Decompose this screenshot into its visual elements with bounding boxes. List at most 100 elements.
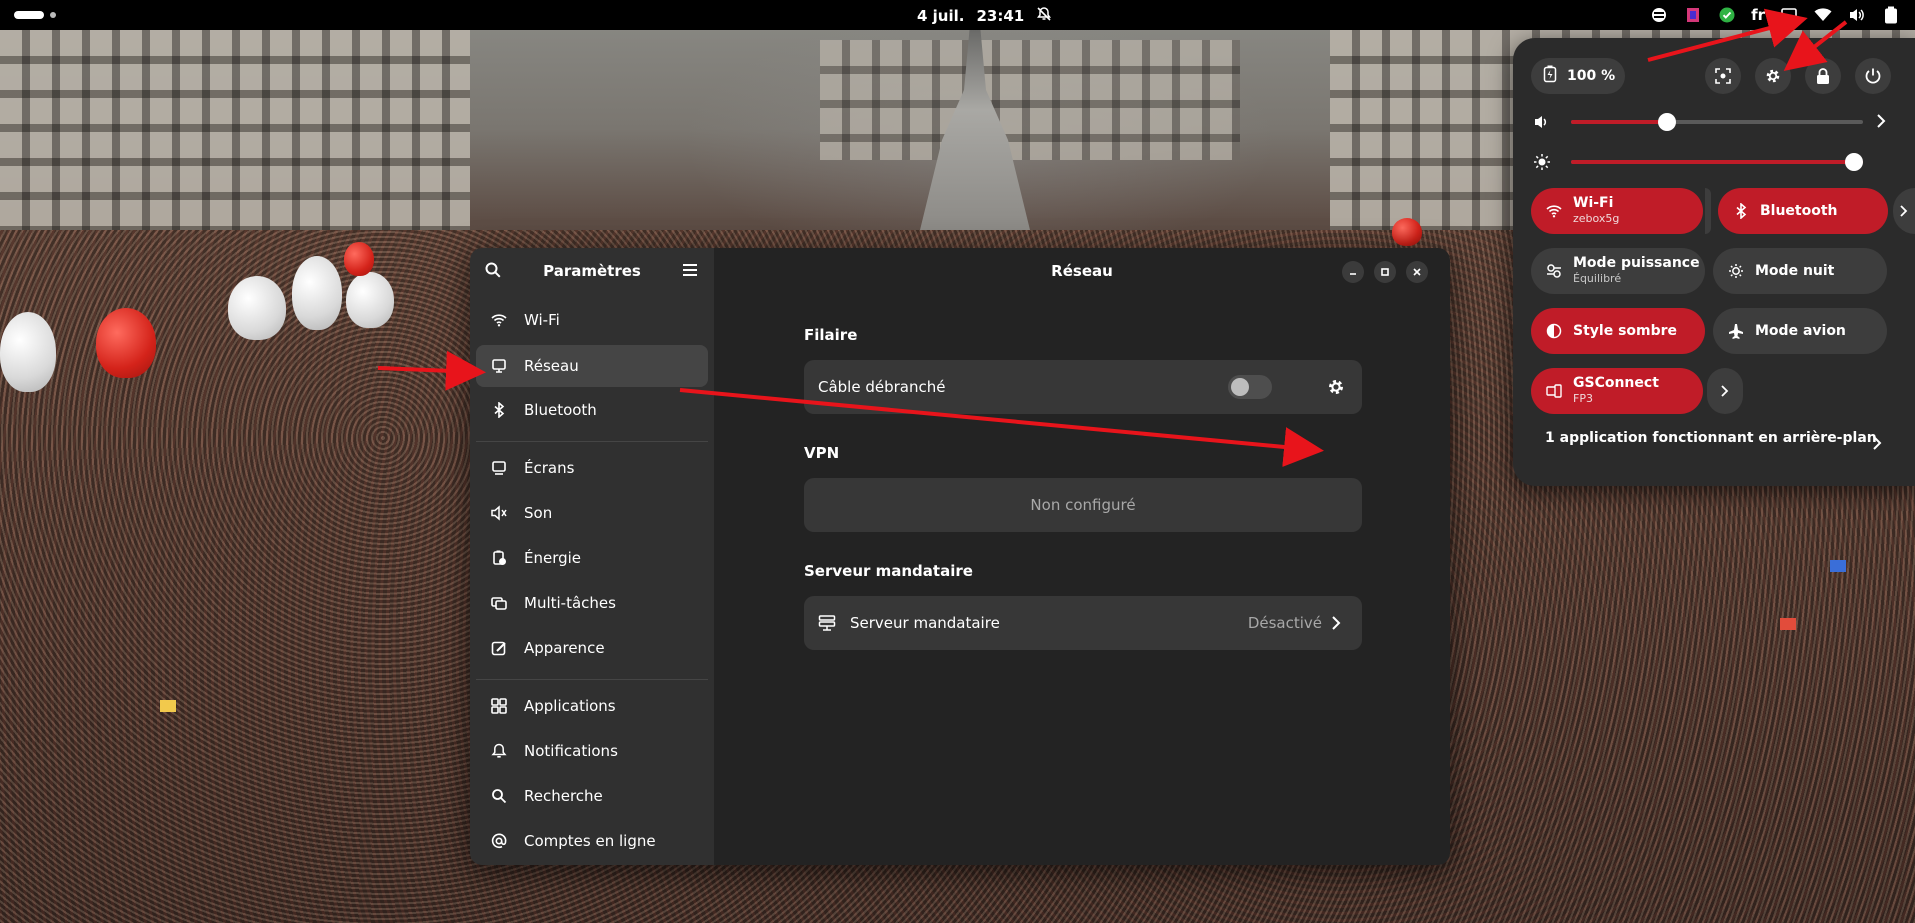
hamburger-menu-icon[interactable] [682, 262, 700, 280]
notifications-muted-icon [1036, 6, 1052, 26]
power-mode-label: Mode puissance [1573, 255, 1700, 271]
wifi-tile-network: zebox5g [1573, 212, 1620, 225]
gear-icon[interactable] [1326, 377, 1346, 397]
workspace-indicator-active [14, 11, 44, 19]
sidebar-item-power[interactable]: Énergie [476, 537, 708, 579]
lock-button[interactable] [1805, 58, 1841, 94]
screenshot-button[interactable] [1705, 58, 1741, 94]
volume-slider-handle[interactable] [1658, 113, 1677, 131]
wired-connection-label: Câble débranché [818, 378, 946, 396]
multitasking-icon [490, 594, 508, 612]
wallpaper-balloon [344, 242, 374, 276]
chevron-right-icon[interactable] [1871, 435, 1887, 453]
settings-sidebar: Paramètres Wi-Fi Réseau Bluetooth Écrans… [470, 248, 714, 865]
sidebar-item-label: Écrans [524, 459, 575, 477]
night-mode-label: Mode nuit [1755, 262, 1835, 279]
appearance-icon [490, 639, 508, 657]
app-indicator-2-icon[interactable] [1683, 5, 1703, 25]
power-off-button[interactable] [1855, 58, 1891, 94]
wired-connection-toggle[interactable] [1228, 375, 1272, 399]
sidebar-item-label: Énergie [524, 549, 582, 567]
bell-icon [490, 742, 508, 760]
at-icon [490, 832, 508, 850]
close-button[interactable] [1406, 261, 1428, 283]
wallpaper-flag [1830, 560, 1846, 572]
chevron-right-icon [1330, 615, 1344, 631]
wired-section-title: Filaire [804, 326, 858, 344]
brightness-slider-handle[interactable] [1845, 153, 1863, 171]
sidebar-item-bluetooth[interactable]: Bluetooth [476, 389, 708, 431]
sidebar-item-displays[interactable]: Écrans [476, 447, 708, 489]
wallpaper-balloon [96, 308, 156, 378]
clock-date: 4 juil. [917, 7, 965, 25]
phone-link-icon [1545, 382, 1563, 400]
airplane-icon [1727, 322, 1745, 340]
sidebar-item-wifi[interactable]: Wi-Fi [476, 299, 708, 341]
dark-style-icon [1545, 322, 1563, 340]
wifi-icon [1545, 202, 1563, 220]
airplane-mode-tile[interactable]: Mode avion [1713, 308, 1887, 354]
proxy-row-label: Serveur mandataire [850, 614, 1000, 632]
dark-style-label: Style sombre [1573, 322, 1678, 339]
sidebar-item-label: Wi-Fi [524, 311, 560, 329]
sidebar-item-label: Multi-tâches [524, 594, 616, 612]
wired-connection-row[interactable]: Câble débranché [804, 360, 1362, 414]
brightness-slider-fill [1571, 160, 1863, 164]
wallpaper-building-left [0, 30, 470, 260]
gsconnect-tile[interactable]: GSConnect FP3 [1531, 368, 1703, 414]
airplane-mode-label: Mode avion [1755, 322, 1846, 339]
top-bar: 4 juil. 23:41 fr [0, 0, 1915, 30]
sidebar-item-sound[interactable]: Son [476, 492, 708, 534]
bluetooth-menu-button[interactable] [1893, 188, 1915, 234]
workspace-indicator [50, 12, 56, 18]
gsconnect-device: FP3 [1573, 392, 1593, 405]
gsconnect-label: GSConnect [1573, 375, 1659, 391]
wallpaper-balloon [0, 312, 56, 392]
power-icon [490, 549, 508, 567]
sidebar-item-online-accounts[interactable]: Comptes en ligne [476, 820, 708, 862]
wifi-icon[interactable] [1813, 5, 1833, 25]
sidebar-title: Paramètres [543, 262, 641, 280]
battery-status-button[interactable]: 100 % [1531, 58, 1625, 94]
system-tray[interactable]: fr [1649, 4, 1901, 26]
vpn-section-title: VPN [804, 444, 840, 462]
maximize-button[interactable] [1374, 261, 1396, 283]
keyboard-layout-indicator[interactable]: fr [1751, 6, 1765, 24]
search-icon[interactable] [484, 261, 504, 281]
activities-button[interactable] [14, 11, 56, 19]
power-mode-tile[interactable]: Mode puissance Équilibré [1531, 248, 1705, 294]
volume-icon[interactable] [1847, 5, 1867, 25]
wifi-toggle-tile[interactable]: Wi-Fi zebox5g [1531, 188, 1703, 234]
content-header: Réseau [714, 248, 1450, 294]
night-mode-tile[interactable]: Mode nuit [1713, 248, 1887, 294]
volume-slider[interactable] [1571, 113, 1863, 131]
sidebar-item-applications[interactable]: Applications [476, 685, 708, 727]
chevron-right-icon[interactable] [1875, 113, 1891, 131]
sidebar-item-notifications[interactable]: Notifications [476, 730, 708, 772]
brightness-slider[interactable] [1571, 153, 1863, 171]
proxy-icon [818, 614, 836, 632]
minimize-button[interactable] [1342, 261, 1364, 283]
clock-button[interactable]: 4 juil. 23:41 [917, 6, 1052, 26]
app-indicator-3-icon[interactable] [1717, 5, 1737, 25]
search-icon [490, 787, 508, 805]
vpn-empty-row: Non configuré [804, 478, 1362, 532]
bluetooth-toggle-tile[interactable]: Bluetooth [1718, 188, 1888, 234]
proxy-section-title: Serveur mandataire [804, 562, 973, 580]
battery-icon[interactable] [1881, 5, 1901, 25]
sidebar-item-multitasking[interactable]: Multi-tâches [476, 582, 708, 624]
sidebar-item-label: Comptes en ligne [524, 832, 656, 850]
proxy-row[interactable]: Serveur mandataire Désactivé [804, 596, 1362, 650]
sidebar-item-search[interactable]: Recherche [476, 775, 708, 817]
settings-gear-button[interactable] [1755, 58, 1791, 94]
dark-style-tile[interactable]: Style sombre [1531, 308, 1705, 354]
gsconnect-menu-button[interactable] [1707, 368, 1743, 414]
sidebar-item-appearance[interactable]: Apparence [476, 627, 708, 669]
sidebar-item-network[interactable]: Réseau [476, 345, 708, 387]
wallpaper-balloon [1392, 218, 1422, 246]
volume-icon[interactable] [1533, 113, 1551, 131]
background-apps-label[interactable]: 1 application fonctionnant en arrière-pl… [1545, 430, 1877, 446]
quick-settings-panel: 100 % Wi-Fi zebox5g Bluetooth Mode puiss… [1513, 38, 1915, 486]
screen-cast-icon[interactable] [1779, 5, 1799, 25]
app-indicator-1-icon[interactable] [1649, 5, 1669, 25]
